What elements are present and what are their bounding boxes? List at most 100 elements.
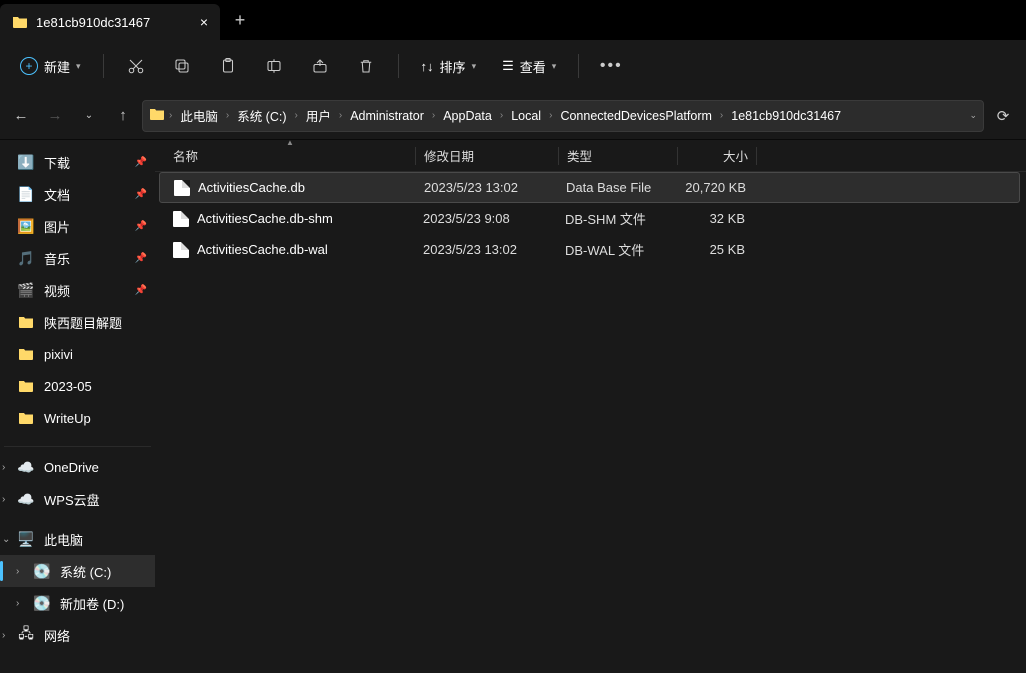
sidebar-item-quick[interactable]: 🎬 视频 📌 [0,274,155,306]
sidebar-item-thispc[interactable]: ⌄ 🖥️ 此电脑 [0,523,155,555]
column-label: 名称 [173,146,198,165]
column-label: 类型 [567,146,592,165]
chevron-right-icon[interactable]: › [16,598,19,609]
column-date[interactable]: 修改日期 [416,140,558,171]
column-headers: ▲ 名称 修改日期 类型 大小 [155,140,1026,172]
column-type[interactable]: 类型 [559,140,677,171]
breadcrumb-item[interactable]: 此电脑 [176,104,222,127]
cloud-icon: ☁️ [18,459,34,475]
pin-icon[interactable]: 📌 [135,221,147,232]
sidebar-item-quick[interactable]: pixivi [0,338,155,370]
cut-button[interactable] [116,48,156,84]
chevron-down-icon: ▾ [552,61,557,72]
sidebar-item-cloud[interactable]: › ☁️ OneDrive [0,451,155,483]
drive-icon: 💽 [34,563,50,579]
column-label: 修改日期 [424,146,474,165]
file-row[interactable]: ActivitiesCache.db-wal 2023/5/23 13:02 D… [155,234,1026,265]
chevron-right-icon[interactable]: › [16,566,19,577]
tab-bar: 1e81cb910dc31467 × + [0,0,1026,40]
sidebar-item-cloud[interactable]: › ☁️ WPS云盘 [0,483,155,515]
sidebar-item-drive[interactable]: › 💽 新加卷 (D:) [0,587,155,619]
share-button[interactable] [300,48,340,84]
back-button[interactable]: ← [6,101,36,131]
paste-button[interactable] [208,48,248,84]
rename-button[interactable] [254,48,294,84]
more-button[interactable]: ••• [591,48,631,84]
music-icon: 🎵 [18,250,34,266]
file-name: ActivitiesCache.db-shm [197,211,333,226]
sidebar-item-quick[interactable]: 📄 文档 📌 [0,178,155,210]
pin-icon[interactable]: 📌 [135,189,147,200]
sidebar-item-quick[interactable]: 陕西题目解题 [0,306,155,338]
column-size[interactable]: 大小 [678,140,756,171]
file-icon [173,211,189,227]
file-type: DB-WAL 文件 [557,240,675,259]
breadcrumb-item[interactable]: 1e81cb910dc31467 [727,107,845,125]
sidebar-item-label: 下载 [44,153,70,172]
chevron-right-icon[interactable]: › [2,630,5,641]
content: ▲ 名称 修改日期 类型 大小 ActivitiesCache.db 2023/… [155,140,1026,673]
breadcrumb-item[interactable]: 用户 [302,104,335,127]
sidebar-item-quick[interactable]: ⬇️ 下载 📌 [0,146,155,178]
close-icon[interactable]: × [200,14,208,30]
chevron-right-icon[interactable]: › [2,494,5,505]
sort-asc-icon: ▲ [286,138,294,147]
pin-icon[interactable]: 📌 [135,157,147,168]
up-button[interactable]: ↑ [108,101,138,131]
breadcrumb-item[interactable]: Administrator [346,107,428,125]
sidebar-item-label: 陕西题目解题 [44,313,122,332]
sidebar-item-label: 新加卷 (D:) [60,594,124,613]
forward-button[interactable]: → [40,101,70,131]
sidebar-item-quick[interactable]: 🖼️ 图片 📌 [0,210,155,242]
pic-icon: 🖼️ [18,218,34,234]
new-tab-button[interactable]: + [220,0,260,40]
sidebar-item-quick[interactable]: 2023-05 [0,370,155,402]
sidebar-item-label: 2023-05 [44,379,92,394]
chevron-right-icon[interactable]: › [2,462,5,473]
view-icon: ☰ [502,58,514,74]
pc-icon: 🖥️ [18,531,34,547]
main: ⬇️ 下载 📌📄 文档 📌🖼️ 图片 📌🎵 音乐 📌🎬 视频 📌 陕西题目解题 … [0,140,1026,673]
tab-current[interactable]: 1e81cb910dc31467 × [0,4,220,40]
sidebar-item-quick[interactable]: 🎵 音乐 📌 [0,242,155,274]
file-name: ActivitiesCache.db-wal [197,242,328,257]
sidebar-item-label: 视频 [44,281,70,300]
sidebar-item-label: 文档 [44,185,70,204]
breadcrumb-item[interactable]: ConnectedDevicesPlatform [556,107,715,125]
file-date: 2023/5/23 13:02 [415,242,557,257]
delete-button[interactable] [346,48,386,84]
recent-button[interactable]: ⌄ [74,101,104,131]
column-name[interactable]: ▲ 名称 [165,140,415,171]
sidebar-item-quick[interactable]: WriteUp [0,402,155,434]
plus-icon: + [20,57,38,75]
download-icon: ⬇️ [18,154,34,170]
sidebar-item-label: WriteUp [44,411,91,426]
pin-icon[interactable]: 📌 [135,285,147,296]
folder-icon [18,314,34,330]
view-button[interactable]: ☰ 查看 ▾ [492,51,566,82]
refresh-button[interactable]: ⟳ [988,101,1018,131]
file-row[interactable]: ActivitiesCache.db 2023/5/23 13:02 Data … [159,172,1020,203]
sidebar-item-network[interactable]: › 🖧 网络 [0,619,155,651]
chevron-down-icon[interactable]: ⌄ [969,110,977,121]
view-label: 查看 [520,57,546,76]
sidebar-item-label: 此电脑 [44,530,83,549]
chevron-right-icon: › [549,110,552,121]
address-row: ← → ⌄ ↑ › 此电脑 › 系统 (C:) › 用户 › Administr… [0,92,1026,140]
sort-button[interactable]: ↑↓ 排序 ▾ [411,51,487,82]
folder-icon [18,410,34,426]
chevron-right-icon: › [432,110,435,121]
pin-icon[interactable]: 📌 [135,253,147,264]
file-row[interactable]: ActivitiesCache.db-shm 2023/5/23 9:08 DB… [155,203,1026,234]
breadcrumb-item[interactable]: 系统 (C:) [233,104,290,127]
chevron-down-icon[interactable]: ⌄ [2,534,10,545]
breadcrumb-item[interactable]: Local [507,107,545,125]
breadcrumb[interactable]: › 此电脑 › 系统 (C:) › 用户 › Administrator › A… [142,100,984,132]
breadcrumb-item[interactable]: AppData [439,107,496,125]
sidebar-item-drive[interactable]: › 💽 系统 (C:) [0,555,155,587]
new-button[interactable]: + 新建 ▾ [10,51,91,82]
file-icon [173,242,189,258]
chevron-right-icon: › [226,110,229,121]
chevron-right-icon: › [339,110,342,121]
copy-button[interactable] [162,48,202,84]
